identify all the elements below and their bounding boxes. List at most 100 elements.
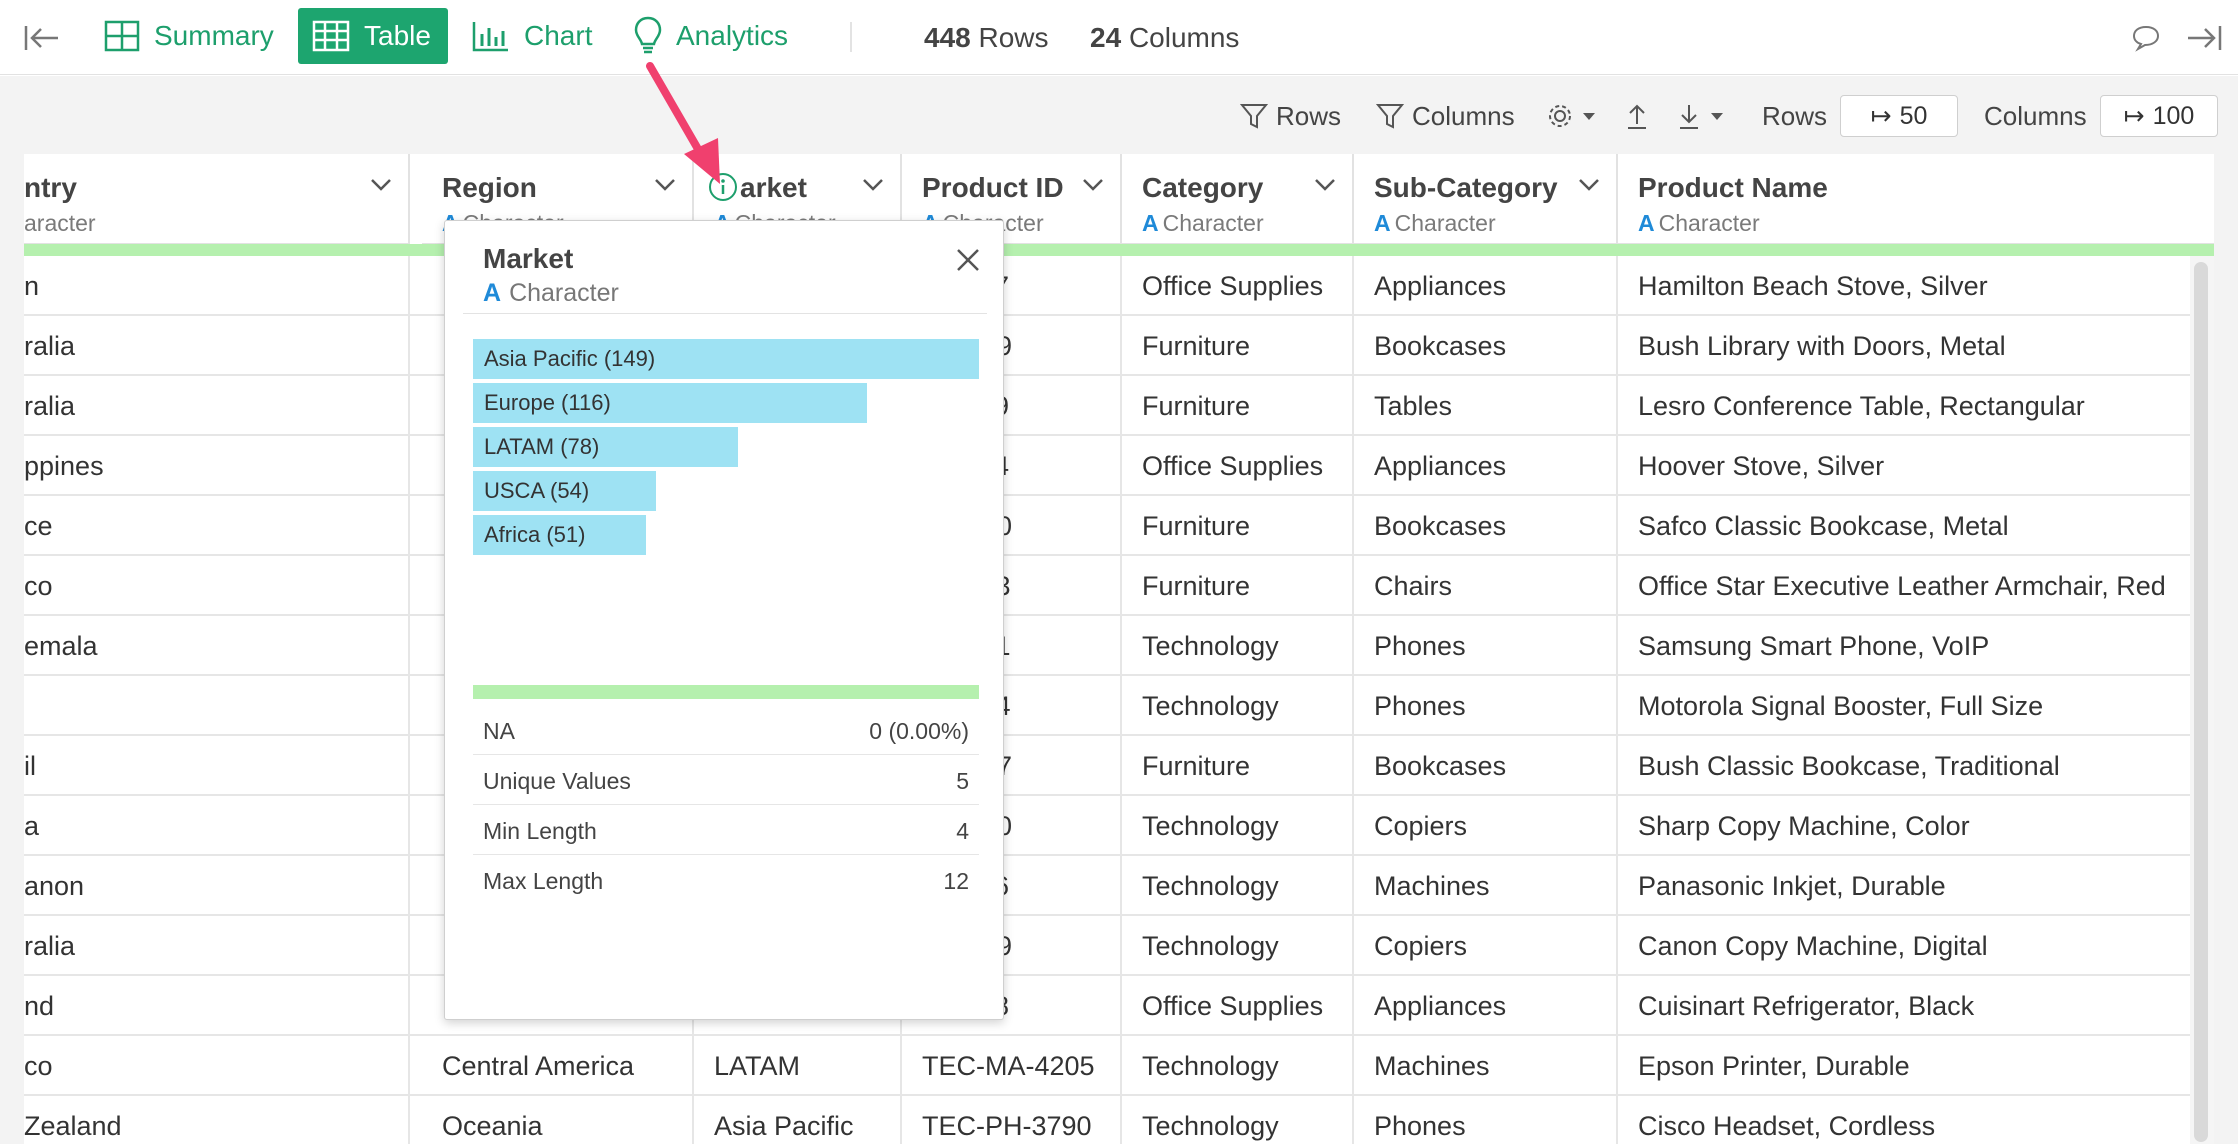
table-row[interactable]: co Central America LATAM TEC-MA-4205 Technol… (24, 1036, 2190, 1096)
table-row[interactable]: ndP-3868Office SuppliesAppliancesCuisina… (24, 976, 2190, 1036)
comment-icon[interactable] (2126, 18, 2166, 58)
table-cell[interactable]: Safco Classic Bookcase, Metal (1618, 496, 2190, 556)
table-cell[interactable]: Central America (422, 1036, 694, 1096)
settings-dropdown[interactable] (1546, 98, 1604, 134)
table-cell[interactable]: Office Supplies (1122, 256, 1354, 316)
column-header-country[interactable]: ntry aracter (24, 154, 410, 244)
column-header-product-name[interactable]: Product Name A Character (1618, 154, 2214, 244)
chevron-down-icon[interactable] (862, 178, 884, 197)
table-cell[interactable]: Bush Classic Bookcase, Traditional (1618, 736, 2190, 796)
table-cell[interactable]: Machines (1354, 1036, 1618, 1096)
scrollbar-thumb[interactable] (2194, 262, 2208, 1142)
download-dropdown[interactable] (1676, 98, 1732, 134)
column-header-sub-category[interactable]: Sub-Category A Character (1354, 154, 1618, 244)
distribution-bar[interactable]: LATAM (78) (473, 427, 738, 467)
tab-summary[interactable]: Summary (90, 8, 288, 64)
table-cell[interactable]: n (24, 256, 410, 316)
filter-rows-button[interactable]: Rows (1240, 98, 1341, 134)
table-cell[interactable]: Hamilton Beach Stove, Silver (1618, 256, 2190, 316)
table-cell[interactable]: Technology (1122, 856, 1354, 916)
table-cell[interactable]: Hoover Stove, Silver (1618, 436, 2190, 496)
table-cell[interactable]: Asia Pacific (694, 1096, 902, 1144)
table-cell[interactable]: TEC-PH-3790 (902, 1096, 1122, 1144)
tab-chart[interactable]: Chart (458, 8, 606, 64)
table-cell[interactable]: Furniture (1122, 556, 1354, 616)
table-cell[interactable]: Bookcases (1354, 316, 1618, 376)
table-cell[interactable]: ralia (24, 316, 410, 376)
table-row[interactable]: nP-4507Office SuppliesAppliancesHamilton… (24, 256, 2190, 316)
table-cell[interactable]: emala (24, 616, 410, 676)
table-cell[interactable]: il (24, 736, 410, 796)
table-cell[interactable]: Samsung Smart Phone, VoIP (1618, 616, 2190, 676)
table-cell[interactable]: Zealand (24, 1096, 410, 1144)
close-icon[interactable] (955, 247, 981, 273)
table-row[interactable]: ilO-3627FurnitureBookcasesBush Classic B… (24, 736, 2190, 796)
table-row[interactable]: raliaO-3679TechnologyCopiersCanon Copy M… (24, 916, 2190, 976)
collapse-right-icon[interactable] (2184, 18, 2224, 58)
table-cell[interactable]: Bush Library with Doors, Metal (1618, 316, 2190, 376)
table-cell[interactable]: Bookcases (1354, 496, 1618, 556)
table-cell[interactable]: Copiers (1354, 796, 1618, 856)
table-row[interactable]: emalaH-5841TechnologyPhonesSamsung Smart… (24, 616, 2190, 676)
table-cell[interactable]: ce (24, 496, 410, 556)
rows-limit-button[interactable]: ↦ 50 (1840, 95, 1958, 137)
table-cell[interactable]: Office Star Executive Leather Armchair, … (1618, 556, 2190, 616)
table-cell[interactable]: Tables (1354, 376, 1618, 436)
table-row[interactable]: raliaA-5059FurnitureTablesLesro Conferen… (24, 376, 2190, 436)
chevron-down-icon[interactable] (1578, 178, 1600, 197)
table-row[interactable]: raliaO-3639FurnitureBookcasesBush Librar… (24, 316, 2190, 376)
table-cell[interactable]: Canon Copy Machine, Digital (1618, 916, 2190, 976)
filter-columns-button[interactable]: Columns (1376, 98, 1515, 134)
tab-analytics[interactable]: Analytics (620, 8, 802, 64)
table-cell[interactable]: ralia (24, 916, 410, 976)
table-cell[interactable]: Lesro Conference Table, Rectangular (1618, 376, 2190, 436)
table-row[interactable]: H-5264TechnologyPhonesMotorola Signal Bo… (24, 676, 2190, 736)
table-cell[interactable]: Machines (1354, 856, 1618, 916)
table-cell[interactable]: ppines (24, 436, 410, 496)
table-cell[interactable]: Phones (1354, 676, 1618, 736)
table-cell[interactable]: co (24, 1036, 410, 1096)
table-cell[interactable]: Phones (1354, 616, 1618, 676)
table-cell[interactable]: Sharp Copy Machine, Color (1618, 796, 2190, 856)
tab-table[interactable]: Table (298, 8, 448, 64)
table-cell[interactable]: Office Supplies (1122, 436, 1354, 496)
chevron-down-icon[interactable] (370, 178, 392, 197)
table-cell[interactable]: Phones (1354, 1096, 1618, 1144)
column-header-category[interactable]: Category A Character (1122, 154, 1354, 244)
table-cell[interactable]: Technology (1122, 616, 1354, 676)
table-cell[interactable]: Furniture (1122, 496, 1354, 556)
table-cell[interactable]: a (24, 796, 410, 856)
table-cell[interactable]: ralia (24, 376, 410, 436)
table-cell[interactable]: nd (24, 976, 410, 1036)
distribution-bar[interactable]: Africa (51) (473, 515, 646, 555)
distribution-bar[interactable]: Europe (116) (473, 383, 867, 423)
table-cell[interactable]: Cuisinart Refrigerator, Black (1618, 976, 2190, 1036)
table-cell[interactable]: Furniture (1122, 316, 1354, 376)
table-row[interactable]: ceO-5760FurnitureBookcasesSafco Classic … (24, 496, 2190, 556)
table-row[interactable]: coH-5443FurnitureChairsOffice Star Execu… (24, 556, 2190, 616)
columns-limit-button[interactable]: ↦ 100 (2100, 95, 2218, 137)
table-cell[interactable]: Technology (1122, 1036, 1354, 1096)
table-cell[interactable]: Cisco Headset, Cordless (1618, 1096, 2190, 1144)
table-cell[interactable]: co (24, 556, 410, 616)
table-row[interactable]: ppinesP-4744Office SuppliesAppliancesHoo… (24, 436, 2190, 496)
distribution-bar[interactable]: Asia Pacific (149) (473, 339, 979, 379)
table-cell[interactable]: Epson Printer, Durable (1618, 1036, 2190, 1096)
upload-button[interactable] (1624, 98, 1658, 134)
table-cell[interactable]: LATAM (694, 1036, 902, 1096)
table-cell[interactable]: Technology (1122, 796, 1354, 856)
table-cell[interactable]: Appliances (1354, 976, 1618, 1036)
table-cell[interactable]: Technology (1122, 676, 1354, 736)
table-cell[interactable]: Chairs (1354, 556, 1618, 616)
table-cell[interactable]: Appliances (1354, 256, 1618, 316)
table-cell[interactable]: Bookcases (1354, 736, 1618, 796)
table-cell[interactable]: Technology (1122, 1096, 1354, 1144)
chevron-down-icon[interactable] (1082, 178, 1104, 197)
vertical-scrollbar[interactable] (2190, 256, 2214, 1144)
table-cell[interactable]: Panasonic Inkjet, Durable (1618, 856, 2190, 916)
table-cell[interactable]: TEC-MA-4205 (902, 1036, 1122, 1096)
table-cell[interactable]: anon (24, 856, 410, 916)
table-cell[interactable]: Copiers (1354, 916, 1618, 976)
table-row[interactable]: Zealand Oceania Asia Pacific TEC-PH-3790 Tec… (24, 1096, 2190, 1144)
chevron-down-icon[interactable] (1314, 178, 1336, 197)
